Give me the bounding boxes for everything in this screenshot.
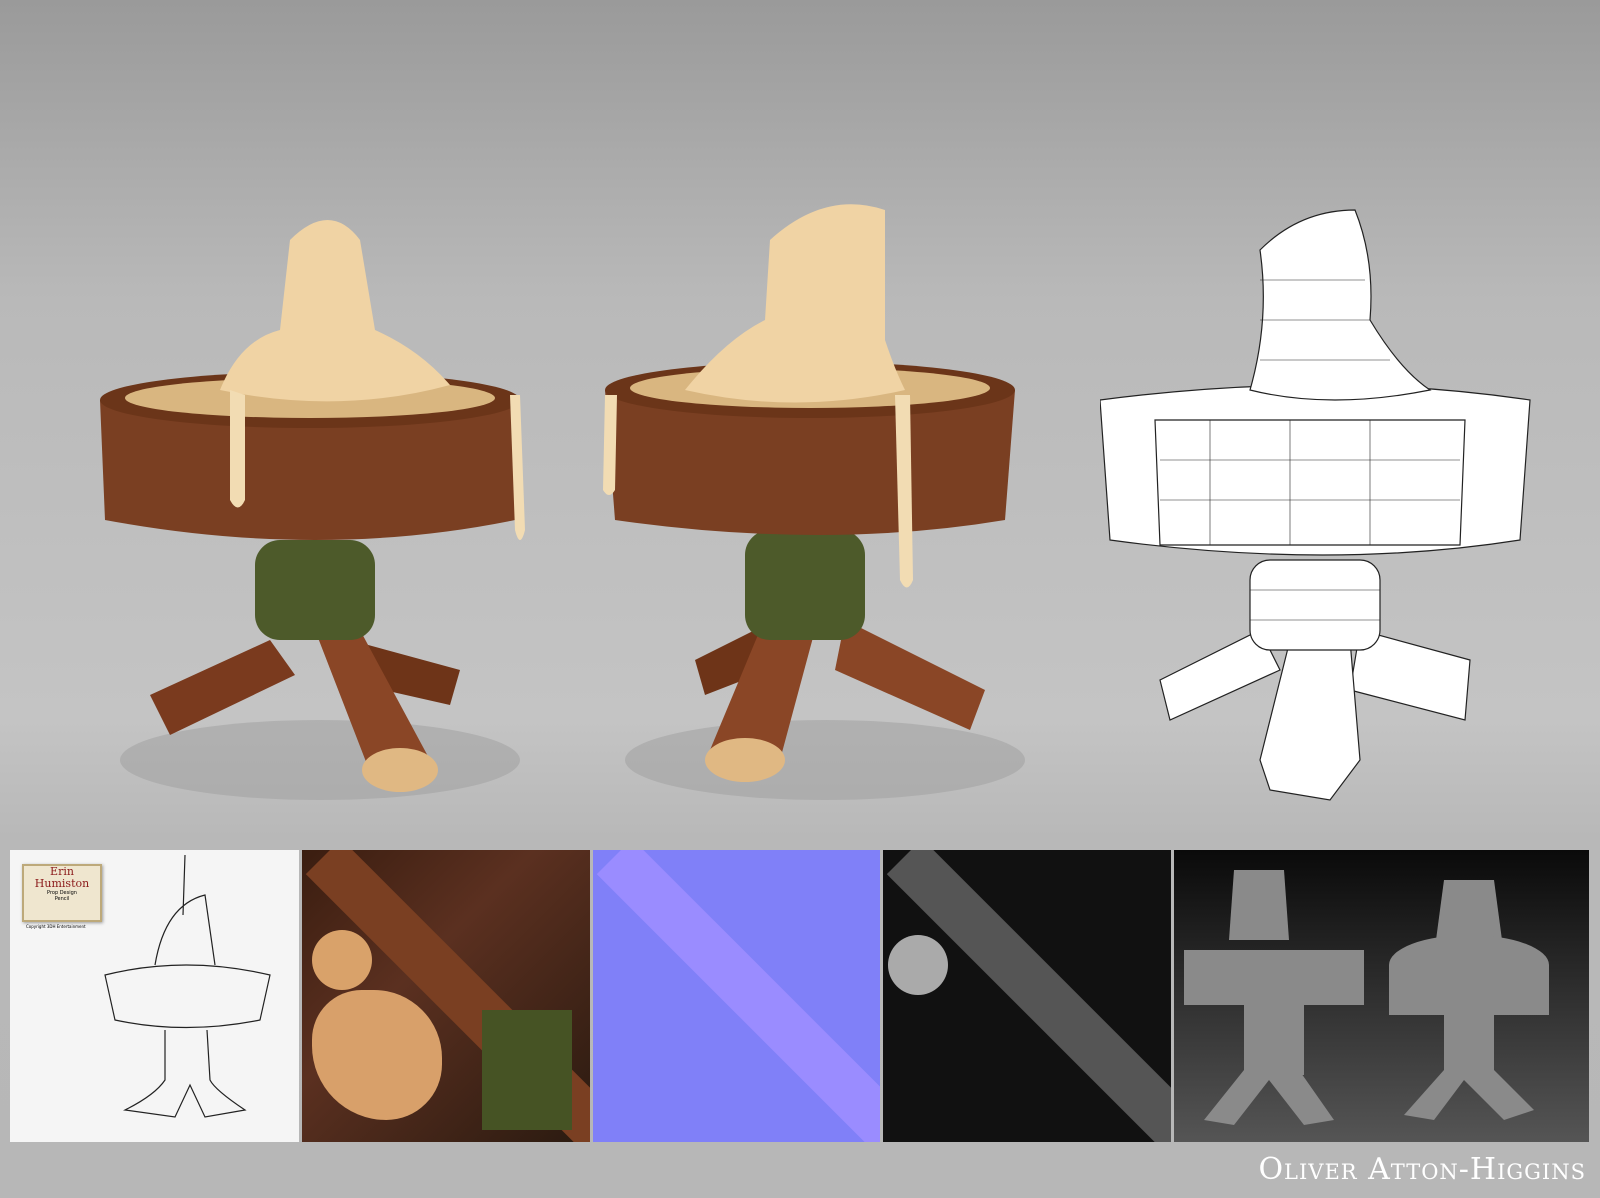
concept-sketch-tile: Erin Humiston Prop Design Pencil Copyrig… (10, 850, 299, 1142)
specular-map-tile (883, 850, 1171, 1142)
pencil-sketch (104, 855, 271, 1118)
concept-logo: Erin Humiston Prop Design Pencil (22, 864, 102, 922)
artist-signature: Oliver Atton-Higgins (1258, 1152, 1586, 1187)
textured-render-angle (603, 204, 1025, 800)
sculpt-models (1184, 870, 1549, 1125)
diffuse-map-tile (302, 850, 590, 1142)
sculpt-render-tile (1174, 850, 1589, 1142)
logo-title-2: Humiston (34, 877, 90, 890)
copyright-text: Copyright 3DH Entertainment (26, 924, 86, 929)
logo-medium: Pencil (54, 896, 70, 902)
wireframe-render (1100, 209, 1531, 801)
textured-render-front (100, 220, 525, 800)
normal-map-tile (593, 850, 880, 1142)
